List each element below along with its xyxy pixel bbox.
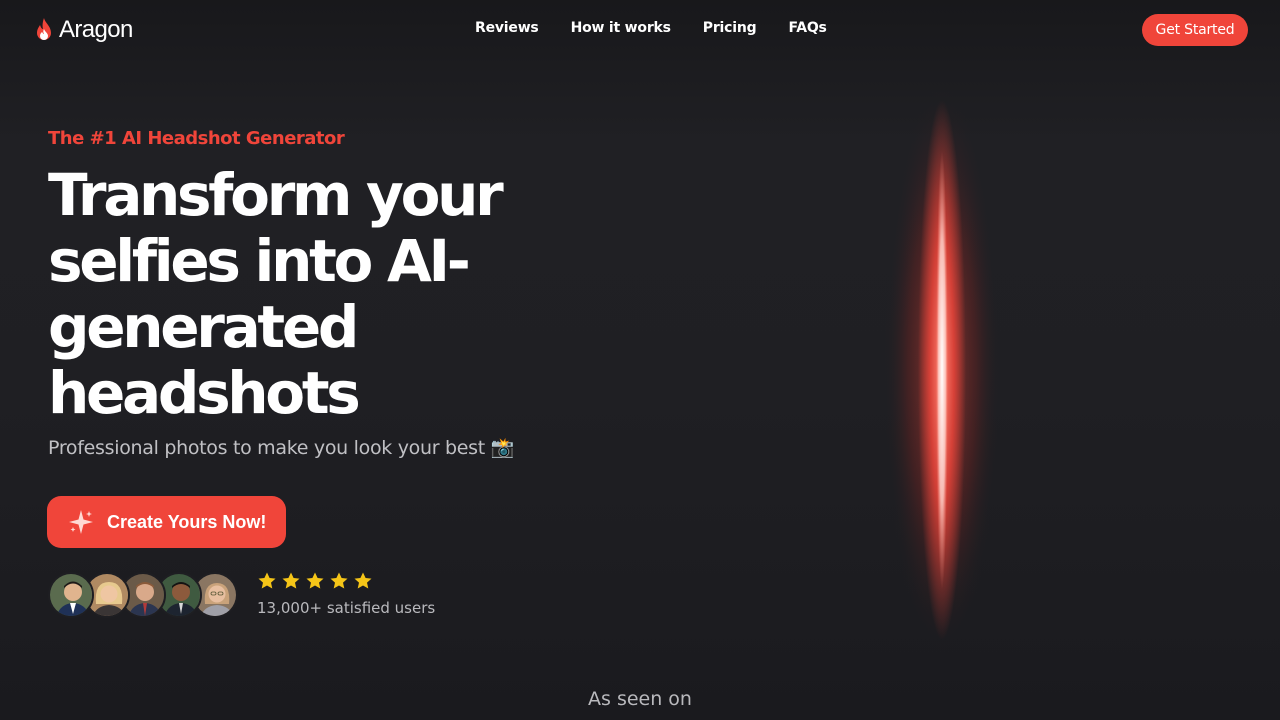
- star-icon: [258, 572, 276, 589]
- main-nav: Reviews How it works Pricing FAQs: [475, 20, 827, 36]
- nav-how-it-works[interactable]: How it works: [571, 20, 671, 36]
- brand-logo[interactable]: Aragon: [33, 16, 133, 44]
- hero-eyebrow: The #1 AI Headshot Generator: [48, 128, 345, 149]
- hero-subhead: Professional photos to make you look you…: [48, 437, 514, 459]
- star-icon: [282, 572, 300, 589]
- nav-faqs[interactable]: FAQs: [788, 20, 826, 36]
- site-header: Aragon Reviews How it works Pricing FAQs…: [0, 0, 1280, 60]
- nav-reviews[interactable]: Reviews: [475, 20, 539, 36]
- brand-name: Aragon: [59, 16, 133, 43]
- hero-headline: Transform your selfies into AI-generated…: [48, 161, 504, 427]
- star-icon: [306, 572, 324, 589]
- avatar: [48, 572, 94, 618]
- landing-page: Aragon Reviews How it works Pricing FAQs…: [0, 0, 1280, 720]
- rating-text: 13,000+ satisfied users: [257, 599, 436, 617]
- flame-icon: [37, 18, 51, 40]
- star-icon: [354, 572, 372, 589]
- as-seen-on-heading: As seen on: [588, 688, 692, 710]
- create-yours-button[interactable]: Create Yours Now!: [47, 496, 286, 548]
- sparkle-icon: [69, 510, 93, 534]
- rating-stars: [257, 571, 373, 591]
- glow-beam-graphic: [884, 85, 1000, 655]
- star-icon: [330, 572, 348, 589]
- create-yours-label: Create Yours Now!: [107, 511, 267, 532]
- nav-pricing[interactable]: Pricing: [703, 20, 757, 36]
- get-started-button[interactable]: Get Started: [1142, 14, 1248, 46]
